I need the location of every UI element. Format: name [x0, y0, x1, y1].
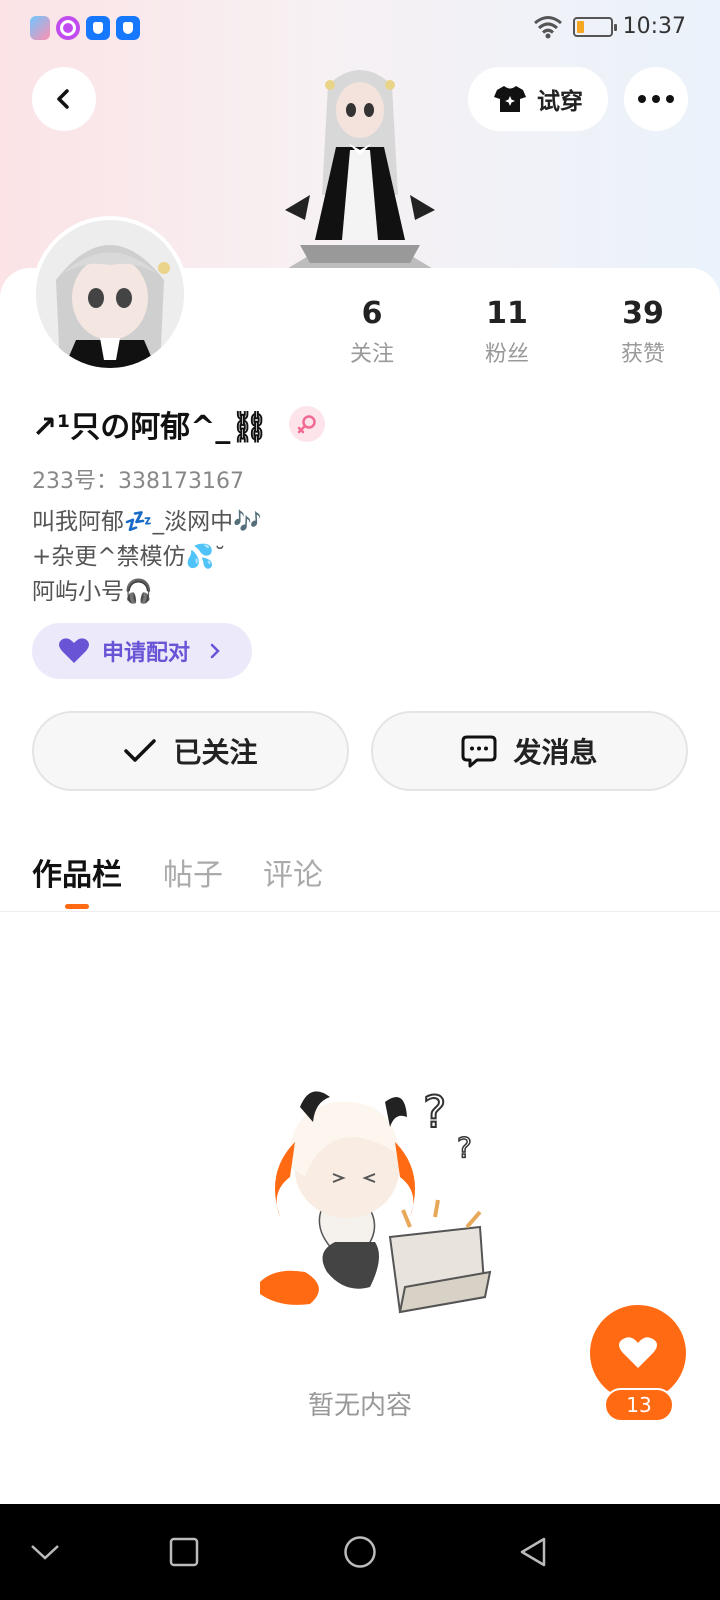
avatar-figure	[285, 70, 435, 270]
stat-following-label: 关注	[349, 342, 394, 367]
chevron-down-icon	[31, 1545, 59, 1560]
user-name: ↗¹只の阿郁^_⛓	[32, 410, 269, 445]
stat-followers-label: 粉丝	[484, 342, 529, 367]
like-count: 13	[604, 1388, 674, 1422]
more-button[interactable]	[624, 67, 688, 131]
wifi-icon	[533, 15, 562, 38]
profile-stats: 6 关注 11 粉丝 39 获赞	[0, 296, 720, 376]
stat-followers-count: 11	[486, 296, 528, 331]
bio-line: +杂更^禁模仿💦˘	[32, 544, 226, 570]
try-on-label: 试穿	[537, 89, 583, 115]
system-nav-bar	[0, 1504, 720, 1600]
stat-followers[interactable]: 11 粉丝	[447, 296, 567, 368]
back-button[interactable]	[32, 67, 96, 131]
message-label: 发消息	[513, 736, 598, 769]
try-on-button[interactable]: 试穿	[468, 67, 608, 131]
stat-following[interactable]: 6 关注	[312, 296, 432, 368]
heart-icon	[59, 638, 89, 663]
circle-icon	[344, 1536, 376, 1568]
heart-icon	[619, 1337, 657, 1368]
app-notification-icon	[56, 16, 80, 40]
bio-line: 阿屿小号🎧	[32, 579, 153, 605]
stat-following-count: 6	[361, 296, 383, 331]
empty-state-illustration: ? ?	[260, 1086, 492, 1314]
nav-collapse-button[interactable]	[25, 1532, 65, 1572]
check-icon	[124, 739, 157, 762]
user-id: 233号：338173167	[32, 469, 244, 494]
like-button[interactable]	[590, 1305, 686, 1401]
tab-indicator	[65, 904, 89, 909]
follow-label: 已关注	[173, 736, 258, 769]
female-icon	[288, 406, 325, 442]
message-button[interactable]: 发消息	[371, 711, 688, 791]
nav-home-button[interactable]	[340, 1532, 380, 1572]
app-notification-icon	[86, 16, 110, 40]
svg-text:?: ?	[423, 1087, 446, 1138]
app-notification-icon	[116, 16, 140, 40]
square-icon	[169, 1537, 199, 1567]
pair-request-button[interactable]: 申请配对	[32, 623, 252, 679]
profile-page: 10:37 试穿 6 关注 11 粉丝 39 获赞 ↗¹只の阿郁^_⛓ 233号…	[0, 0, 720, 1600]
app-notification-icon	[30, 16, 50, 40]
clock: 10:37	[622, 14, 686, 39]
shirt-icon	[494, 86, 526, 112]
content-tabs: 作品栏 帖子 评论	[0, 840, 720, 912]
stat-likes[interactable]: 39 获赞	[583, 296, 703, 368]
message-icon	[461, 735, 497, 768]
notification-icons	[30, 16, 140, 40]
triangle-back-icon	[520, 1537, 546, 1567]
nav-back-button[interactable]	[513, 1532, 553, 1572]
back-icon	[57, 89, 69, 109]
svg-text:?: ?	[457, 1131, 472, 1164]
tab-posts[interactable]: 帖子	[163, 850, 223, 894]
follow-button[interactable]: 已关注	[32, 711, 349, 791]
tab-comments[interactable]: 评论	[263, 850, 323, 894]
chevron-right-icon	[210, 643, 220, 659]
battery-icon	[572, 16, 617, 37]
stat-likes-label: 获赞	[620, 342, 665, 367]
pair-request-label: 申请配对	[102, 641, 191, 666]
stat-likes-count: 39	[622, 296, 664, 331]
tab-works[interactable]: 作品栏	[32, 850, 122, 894]
name-row: ↗¹只の阿郁^_⛓	[32, 402, 325, 446]
more-icon	[638, 95, 674, 103]
nav-recents-button[interactable]	[164, 1532, 204, 1572]
user-bio: 叫我阿郁💤_淡网中🎶 +杂更^禁模仿💦˘ 阿屿小号🎧	[32, 505, 262, 610]
bio-line: 叫我阿郁💤_淡网中🎶	[32, 509, 262, 535]
status-bar: 10:37	[0, 0, 720, 56]
